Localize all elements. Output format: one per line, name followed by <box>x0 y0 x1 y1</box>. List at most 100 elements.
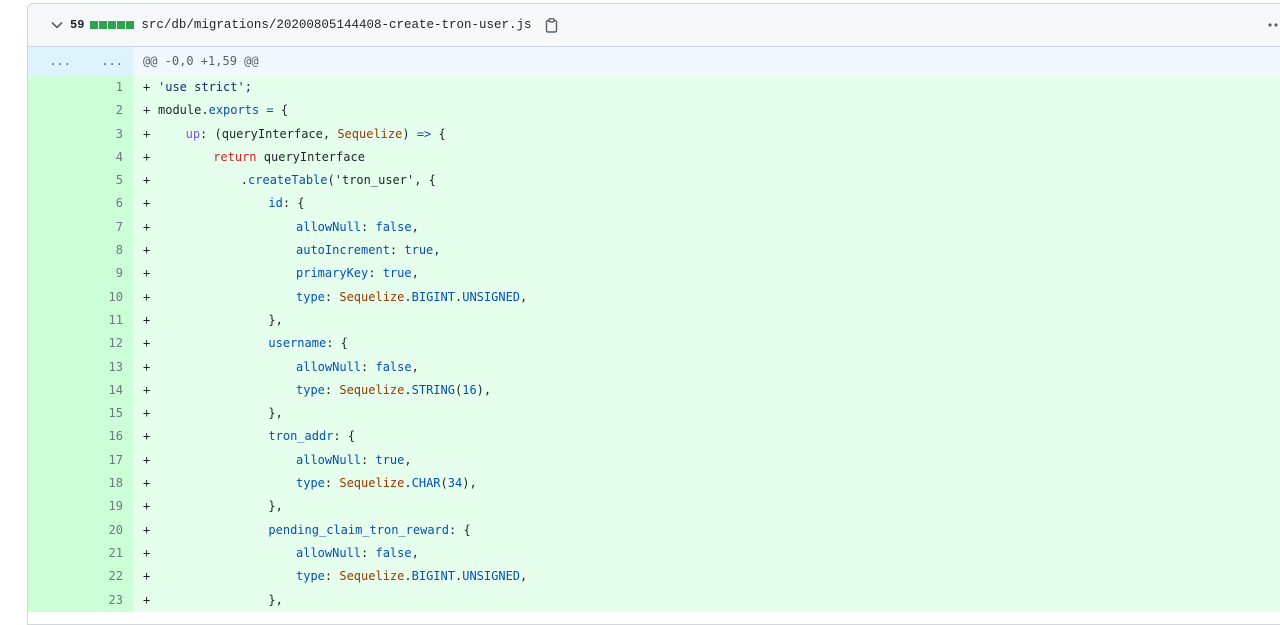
code-token: 16 <box>462 382 477 397</box>
old-line-number[interactable] <box>28 448 81 473</box>
code-line: + return queryInterface <box>133 145 1280 170</box>
old-line-number[interactable] <box>28 541 81 566</box>
old-line-number[interactable] <box>28 285 81 309</box>
table-row: 3 + up: (queryInterface, Sequelize) => { <box>28 122 1280 146</box>
code-token: ), <box>462 476 477 491</box>
code-token: false <box>375 359 412 374</box>
addition-marker: + <box>143 406 151 421</box>
code-token: : <box>368 266 383 281</box>
code-token: . <box>201 103 209 118</box>
old-line-number[interactable] <box>28 145 81 170</box>
addition-marker: + <box>143 359 151 374</box>
old-line-number[interactable] <box>28 355 81 379</box>
old-line-number[interactable] <box>28 215 81 240</box>
code-token: type <box>296 289 325 304</box>
old-line-number[interactable] <box>28 192 81 216</box>
code-token: , <box>411 266 419 281</box>
old-line-number[interactable] <box>28 239 81 263</box>
code-token: ( <box>440 476 448 491</box>
new-line-number[interactable]: 4 <box>81 145 133 170</box>
expand-down-button[interactable]: ... <box>81 47 133 76</box>
file-header: 59 src/db/migrations/20200805144408-crea… <box>28 4 1280 47</box>
code-token: }, <box>268 406 283 421</box>
new-line-number[interactable]: 11 <box>81 308 133 333</box>
new-line-number[interactable]: 13 <box>81 355 133 379</box>
table-row: 22 + type: Sequelize.BIGINT.UNSIGNED, <box>28 565 1280 589</box>
table-row: 19 +}, <box>28 495 1280 519</box>
code-token: false <box>375 219 412 234</box>
new-line-number[interactable]: 23 <box>81 588 133 612</box>
new-line-number[interactable]: 5 <box>81 169 133 193</box>
new-line-number[interactable]: 22 <box>81 565 133 589</box>
old-line-number[interactable] <box>28 518 81 542</box>
code-line: + type: Sequelize.CHAR(34), <box>133 472 1280 496</box>
new-line-number[interactable]: 12 <box>81 332 133 356</box>
old-line-number[interactable] <box>28 425 81 449</box>
code-token: : <box>324 476 340 491</box>
old-line-number[interactable] <box>28 402 81 426</box>
old-line-number[interactable] <box>28 76 81 100</box>
new-line-number[interactable]: 17 <box>81 448 133 473</box>
old-line-number[interactable] <box>28 99 81 123</box>
new-line-number[interactable]: 6 <box>81 192 133 216</box>
addition-marker: + <box>143 592 151 607</box>
addition-marker: + <box>143 336 151 351</box>
code-token: username <box>268 336 327 351</box>
new-line-number[interactable]: 19 <box>81 495 133 519</box>
code-token: . <box>404 569 412 584</box>
old-line-number[interactable] <box>28 565 81 589</box>
new-line-number[interactable]: 16 <box>81 425 133 449</box>
new-line-number[interactable]: 20 <box>81 518 133 542</box>
chevron-down-icon[interactable] <box>49 17 65 33</box>
new-line-number[interactable]: 9 <box>81 262 133 286</box>
kebab-horizontal-icon[interactable] <box>1268 17 1280 33</box>
old-line-number[interactable] <box>28 472 81 496</box>
code-token: createTable <box>248 173 328 188</box>
new-line-number[interactable]: 10 <box>81 285 133 309</box>
code-token: }, <box>268 312 283 327</box>
expand-up-button[interactable]: ... <box>28 47 81 76</box>
code-line: + id: { <box>133 192 1280 216</box>
code-token: : <box>324 382 340 397</box>
old-line-number[interactable] <box>28 588 81 612</box>
code-token: => <box>416 126 432 141</box>
code-line: + allowNull: true, <box>133 448 1280 473</box>
table-row: 14 + type: Sequelize.STRING(16), <box>28 378 1280 403</box>
old-line-number[interactable] <box>28 495 81 519</box>
old-line-number[interactable] <box>28 262 81 286</box>
copy-icon[interactable] <box>543 17 559 33</box>
new-line-number[interactable]: 8 <box>81 239 133 263</box>
new-line-number[interactable]: 18 <box>81 472 133 496</box>
code-token: : <box>324 289 340 304</box>
new-line-number[interactable]: 14 <box>81 378 133 403</box>
addition-marker: + <box>143 382 151 397</box>
table-row: 11 +}, <box>28 308 1280 333</box>
new-line-number[interactable]: 15 <box>81 402 133 426</box>
code-line: +}, <box>133 588 1280 612</box>
file-path-link[interactable]: src/db/migrations/20200805144408-create-… <box>141 18 531 32</box>
old-line-number[interactable] <box>28 378 81 403</box>
code-token: , <box>520 569 528 584</box>
addition-marker: + <box>143 522 151 537</box>
old-line-number[interactable] <box>28 308 81 333</box>
new-line-number[interactable]: 3 <box>81 122 133 146</box>
code-token: . <box>240 173 249 188</box>
table-row: 8 + autoIncrement: true, <box>28 239 1280 263</box>
code-token: type <box>296 569 325 584</box>
new-line-number[interactable]: 21 <box>81 541 133 566</box>
code-line: +}, <box>133 495 1280 519</box>
old-line-number[interactable] <box>28 332 81 356</box>
code-token: false <box>375 545 412 560</box>
addition-marker: + <box>143 243 151 258</box>
code-line: + primaryKey: true, <box>133 262 1280 286</box>
code-token: BIGINT <box>411 289 455 304</box>
code-token: Sequelize <box>339 289 405 304</box>
table-row: 13 + allowNull: false, <box>28 355 1280 379</box>
old-line-number[interactable] <box>28 169 81 193</box>
new-line-number[interactable]: 2 <box>81 99 133 123</box>
diffstat <box>90 21 135 29</box>
new-line-number[interactable]: 1 <box>81 76 133 100</box>
table-row: 2 + module.exports = { <box>28 99 1280 123</box>
new-line-number[interactable]: 7 <box>81 215 133 240</box>
old-line-number[interactable] <box>28 122 81 146</box>
